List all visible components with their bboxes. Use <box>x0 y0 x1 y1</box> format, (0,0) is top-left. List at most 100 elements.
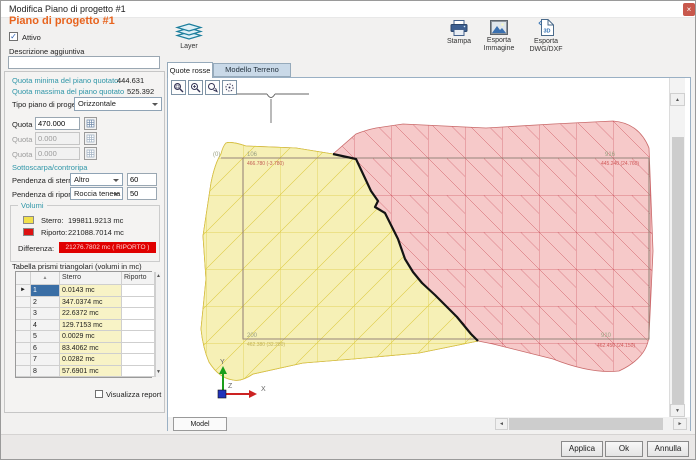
label-bl-val: 462.380 (32.280) <box>247 342 285 348</box>
zoom-window-button[interactable] <box>171 80 186 95</box>
cell-selector <box>16 320 31 332</box>
table-row[interactable]: 5 0.0029 mc <box>16 331 155 343</box>
esporta-dwg-button[interactable]: 3D Esporta DWG/DXF <box>522 19 570 54</box>
cell-num: 1 <box>31 285 60 297</box>
pendenza-riporto-combobox[interactable]: Roccia tenera (S <box>70 187 123 200</box>
esporta-immagine-button[interactable]: Esporta Immagine <box>478 20 520 53</box>
model-tab-label: Model <box>190 421 209 428</box>
cell-sterro: 22.6372 mc <box>60 308 122 320</box>
quota-input[interactable] <box>35 117 80 130</box>
ok-button[interactable]: Ok <box>605 441 643 457</box>
quota-max-label: Quota massima del piano quotato <box>12 87 124 96</box>
zoom-previous-button[interactable] <box>205 80 220 95</box>
cell-num: 4 <box>31 320 60 332</box>
quota-min-value: 444.631 <box>117 76 144 85</box>
map-vertical-scrollbar[interactable]: ▲ ▼ <box>669 78 685 417</box>
tabella-label: Tabella prismi triangolari (volumi in mc… <box>12 262 142 271</box>
visualizza-report-checkbox[interactable] <box>95 390 103 398</box>
quota-p2-input[interactable] <box>35 132 80 145</box>
vertical-scroll-thumb[interactable] <box>672 137 684 404</box>
quota-p2-picker-button[interactable] <box>84 132 97 145</box>
cell-sterro: 57.6901 mc <box>60 366 122 378</box>
table-scrollbar[interactable]: ▲ ▼ <box>155 272 161 377</box>
map-canvas[interactable]: (0) 106 466.780 (-3.780) 916 445.240 (24… <box>168 78 669 417</box>
cell-riporto <box>122 285 155 297</box>
sort-icon[interactable]: ▲ <box>31 272 60 285</box>
table-row[interactable]: 8 57.6901 mc <box>16 366 155 378</box>
cell-riporto <box>122 297 155 309</box>
cell-selector <box>16 366 31 378</box>
zoom-extents-button[interactable] <box>222 80 237 95</box>
table-row[interactable]: ► 1 0.0143 mc <box>16 285 155 297</box>
cell-riporto <box>122 320 155 332</box>
grid-icon <box>86 134 95 143</box>
annulla-button[interactable]: Annulla <box>647 441 689 457</box>
pendenza-sterro-value: Altro <box>74 175 89 184</box>
scroll-up-icon[interactable]: ▲ <box>156 272 161 281</box>
differenza-label: Differenza: <box>18 244 54 253</box>
stampa-button[interactable]: Stampa <box>439 20 479 46</box>
tipo-combobox[interactable]: Orizzontale <box>74 97 162 111</box>
zoom-previous-icon <box>207 82 218 93</box>
pendenza-sterro-number[interactable] <box>127 173 157 186</box>
cell-num: 2 <box>31 297 60 309</box>
cell-selector <box>16 308 31 320</box>
row-marker-icon: ► <box>16 285 31 297</box>
tab-modello-terreno[interactable]: Modello Terreno (DTM) <box>213 63 291 77</box>
sterro-swatch <box>23 216 34 224</box>
layer-button[interactable]: Layer <box>167 23 211 51</box>
cell-num: 5 <box>31 331 60 343</box>
scroll-left-icon[interactable]: ◄ <box>495 418 508 430</box>
quota-p3-picker-button[interactable] <box>84 147 97 160</box>
cell-num: 3 <box>31 308 60 320</box>
cell-sterro: 347.0374 mc <box>60 297 122 309</box>
cell-sterro: 0.0282 mc <box>60 354 122 366</box>
quota-picker-button[interactable] <box>84 117 97 130</box>
applica-button[interactable]: Applica <box>561 441 603 457</box>
quota-p3-input[interactable] <box>35 147 80 160</box>
label-tr-num: 916 <box>605 152 616 158</box>
header-riporto[interactable]: Riporto <box>122 272 155 285</box>
cell-riporto <box>122 354 155 366</box>
table-row[interactable]: 2 347.0374 mc <box>16 297 155 309</box>
stampa-label: Stampa <box>447 38 471 46</box>
model-space-tab[interactable]: Model <box>173 417 227 431</box>
axis-x-label: X <box>261 386 266 393</box>
scroll-down-icon[interactable]: ▼ <box>156 368 161 377</box>
label-br-num: 910 <box>601 333 612 339</box>
printer-icon <box>450 20 468 36</box>
quota-min-label: Quota minima del piano quotato: <box>12 76 120 85</box>
zoom-window-icon <box>173 82 184 93</box>
cell-riporto <box>122 366 155 378</box>
scroll-up-icon[interactable]: ▲ <box>670 93 685 106</box>
table-row[interactable]: 3 22.6372 mc <box>16 308 155 320</box>
label-origin: (0) <box>213 152 220 158</box>
header-selector <box>16 272 31 285</box>
cell-selector <box>16 297 31 309</box>
scroll-down-icon[interactable]: ▼ <box>670 404 685 417</box>
quota-max-value: 525.392 <box>127 87 154 96</box>
horizontal-scroll-thumb[interactable] <box>509 418 663 430</box>
riporto-swatch <box>23 228 34 236</box>
zoom-in-button[interactable] <box>188 80 203 95</box>
volumi-groupbox: Volumi Sterro: 199811.9213 mc Riporto: 2… <box>10 205 160 262</box>
cell-selector <box>16 331 31 343</box>
attivo-checkbox[interactable] <box>9 32 18 41</box>
cell-num: 7 <box>31 354 60 366</box>
tab-quote-rosse[interactable]: Quote rosse <box>167 62 213 78</box>
image-icon <box>490 20 508 35</box>
scroll-right-icon[interactable]: ► <box>673 418 687 430</box>
table-row[interactable]: 6 83.4062 mc <box>16 343 155 355</box>
pendenza-riporto-number[interactable] <box>127 187 157 200</box>
table-row[interactable]: 7 0.0282 mc <box>16 354 155 366</box>
close-button[interactable]: × <box>683 3 695 16</box>
cell-selector <box>16 354 31 366</box>
cell-riporto <box>122 331 155 343</box>
esporta-dwg-label: Esporta DWG/DXF <box>529 38 562 54</box>
pendenza-sterro-combobox[interactable]: Altro <box>70 173 123 186</box>
label-tl-num: 106 <box>247 152 258 158</box>
descrizione-input[interactable] <box>8 56 160 69</box>
sottoscarpa-label: Sottoscarpa/controripa <box>12 163 87 172</box>
table-row[interactable]: 4 129.7153 mc <box>16 320 155 332</box>
header-sterro[interactable]: Sterro <box>60 272 122 285</box>
